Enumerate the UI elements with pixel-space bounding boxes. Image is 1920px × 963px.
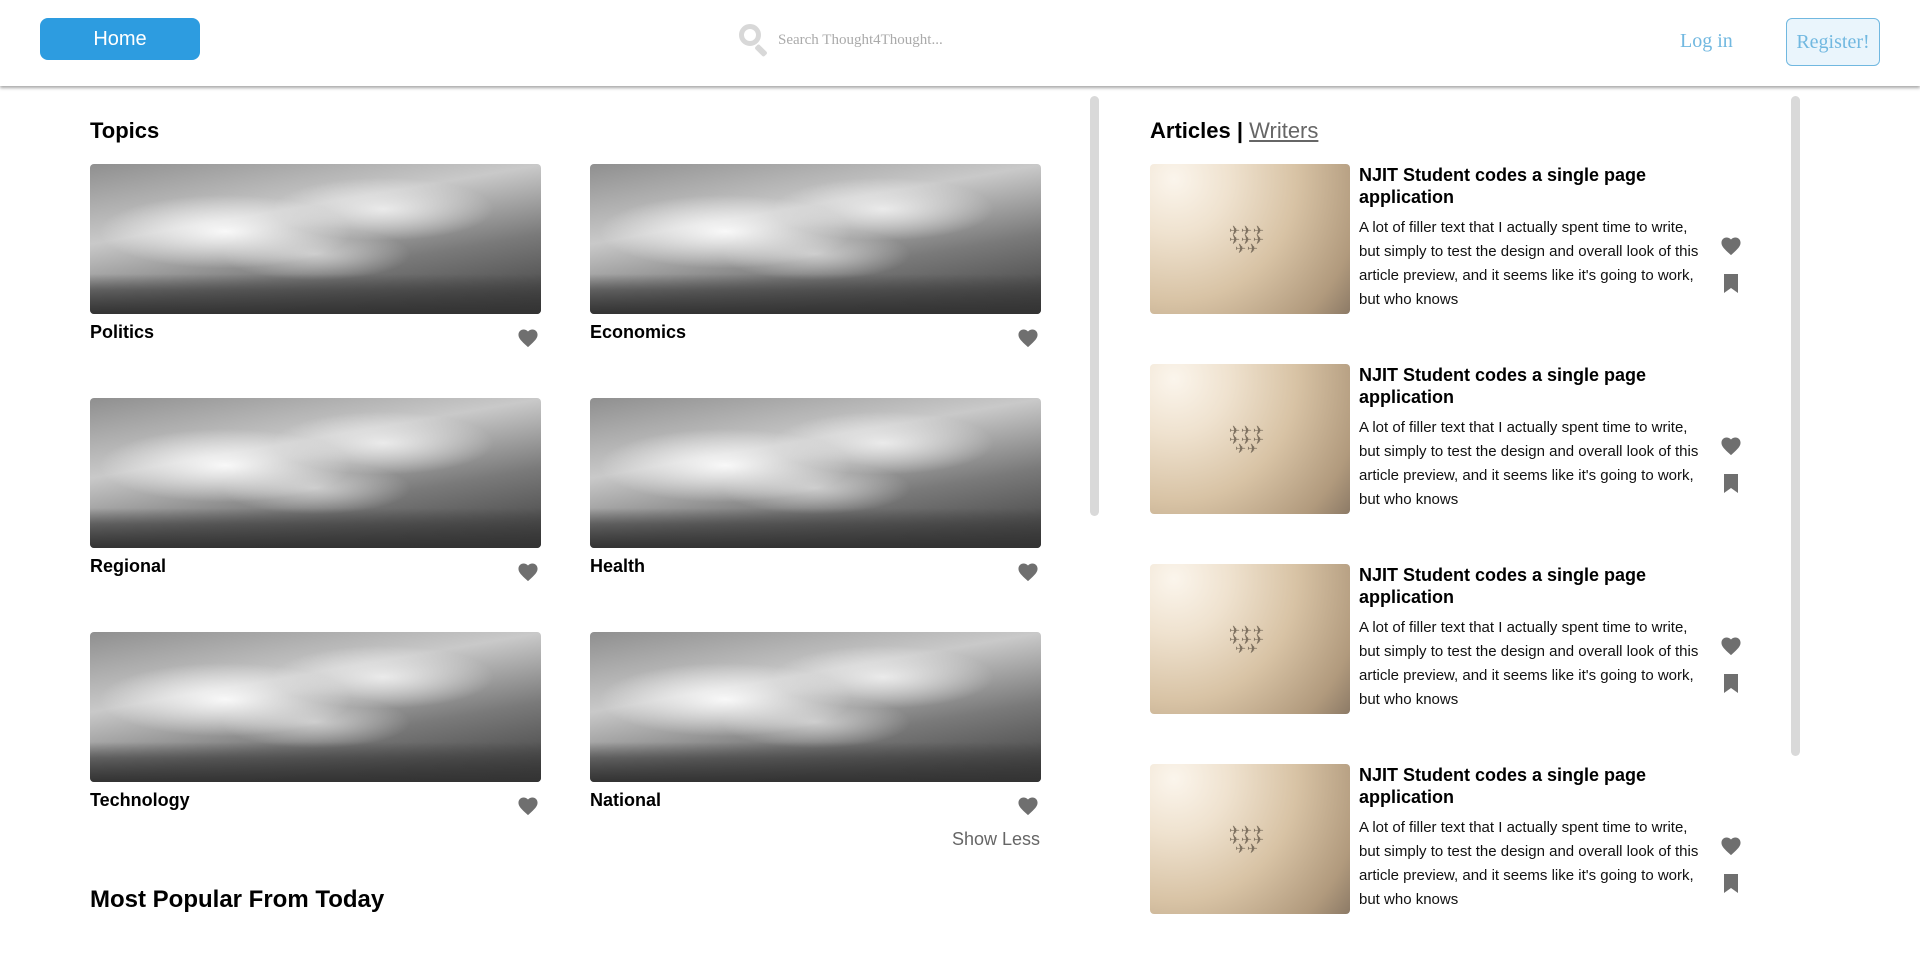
article-excerpt: A lot of filler text that I actually spe… — [1359, 419, 1699, 508]
heart-icon[interactable] — [517, 562, 539, 582]
topic-image[interactable] — [90, 632, 541, 782]
article-image[interactable]: ✈✈✈ ✈✈✈ ✈✈ — [1150, 564, 1350, 714]
show-less-link[interactable]: Show Less — [952, 829, 1040, 850]
heart-icon[interactable] — [1017, 562, 1039, 582]
topics-scrollbar[interactable] — [1090, 96, 1099, 516]
search-input[interactable] — [778, 31, 1018, 49]
topic-image[interactable] — [90, 398, 541, 548]
topic-name: Health — [590, 556, 646, 576]
topic-card-technology[interactable]: Technology — [90, 632, 541, 816]
topic-card-national[interactable]: National — [590, 632, 1041, 816]
topic-name: Economics — [590, 322, 687, 342]
article-image[interactable]: ✈✈✈ ✈✈✈ ✈✈ — [1150, 164, 1350, 314]
writers-tab[interactable]: Writers — [1249, 118, 1318, 143]
topic-card-politics[interactable]: Politics — [90, 164, 541, 348]
article-image[interactable]: ✈✈✈ ✈✈✈ ✈✈ — [1150, 364, 1350, 514]
register-button[interactable]: Register! — [1786, 18, 1880, 66]
topic-name: Politics — [90, 322, 155, 342]
article-title[interactable]: NJIT Student codes a single page applica… — [1359, 764, 1699, 808]
articles-heading: Articles | Writers — [1150, 118, 1318, 144]
heart-icon[interactable] — [1720, 836, 1742, 856]
article-preview[interactable]: ✈✈✈ ✈✈✈ ✈✈ NJIT Student codes a single pag… — [1150, 564, 1750, 714]
topics-heading: Topics — [90, 118, 160, 143]
heart-icon[interactable] — [1720, 636, 1742, 656]
bookmark-icon[interactable] — [1724, 874, 1738, 893]
topic-card-economics[interactable]: Economics — [590, 164, 1041, 348]
heart-icon[interactable] — [1017, 796, 1039, 816]
topic-name: Regional — [90, 556, 167, 576]
article-excerpt: A lot of filler text that I actually spe… — [1359, 619, 1699, 708]
topic-name: Technology — [90, 790, 190, 810]
topic-image[interactable] — [90, 164, 541, 314]
tab-separator: | — [1236, 118, 1243, 143]
article-preview[interactable]: ✈✈✈ ✈✈✈ ✈✈ NJIT Student codes a single pag… — [1150, 164, 1750, 314]
home-button[interactable]: Home — [40, 18, 200, 60]
topic-image[interactable] — [590, 164, 1041, 314]
bookmark-icon[interactable] — [1724, 474, 1738, 493]
most-popular-heading: Most Popular From Today — [90, 886, 385, 913]
heart-icon[interactable] — [1720, 436, 1742, 456]
search-icon[interactable] — [736, 20, 772, 60]
topic-image[interactable] — [590, 632, 1041, 782]
article-title[interactable]: NJIT Student codes a single page applica… — [1359, 164, 1699, 208]
topic-name: National — [590, 790, 662, 810]
article-title[interactable]: NJIT Student codes a single page applica… — [1359, 564, 1699, 608]
heart-icon[interactable] — [1017, 328, 1039, 348]
articles-scrollbar[interactable] — [1791, 96, 1800, 756]
heart-icon[interactable] — [517, 328, 539, 348]
heart-icon[interactable] — [1720, 236, 1742, 256]
search-bar — [736, 18, 1036, 62]
bookmark-icon[interactable] — [1724, 674, 1738, 693]
topic-card-regional[interactable]: Regional — [90, 398, 541, 582]
articles-tab[interactable]: Articles — [1150, 118, 1231, 143]
topic-card-health[interactable]: Health — [590, 398, 1041, 582]
article-image[interactable]: ✈✈✈ ✈✈✈ ✈✈ — [1150, 764, 1350, 914]
article-excerpt: A lot of filler text that I actually spe… — [1359, 819, 1699, 908]
topic-image[interactable] — [590, 398, 1041, 548]
article-excerpt: A lot of filler text that I actually spe… — [1359, 219, 1699, 308]
login-link[interactable]: Log in — [1680, 30, 1733, 53]
article-preview[interactable]: ✈✈✈ ✈✈✈ ✈✈ NJIT Student codes a single pag… — [1150, 764, 1750, 914]
bookmark-icon[interactable] — [1724, 274, 1738, 293]
top-nav: Home Log in Register! — [0, 0, 1920, 86]
article-title[interactable]: NJIT Student codes a single page applica… — [1359, 364, 1699, 408]
article-preview[interactable]: ✈✈✈ ✈✈✈ ✈✈ NJIT Student codes a single pag… — [1150, 364, 1750, 514]
heart-icon[interactable] — [517, 796, 539, 816]
